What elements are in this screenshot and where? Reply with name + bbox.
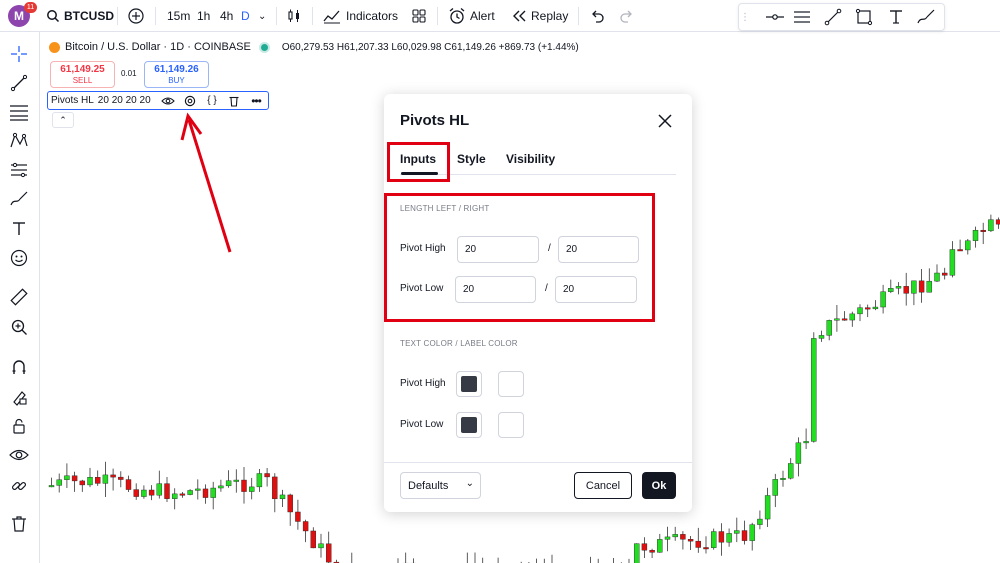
footer-divider — [384, 462, 692, 463]
close-icon[interactable] — [654, 110, 676, 132]
tab-style[interactable]: Style — [457, 152, 486, 166]
chevron-down-icon: ⌄ — [465, 478, 474, 489]
ok-button[interactable]: Ok — [642, 472, 676, 499]
defaults-dropdown[interactable]: Defaults ⌄ — [400, 472, 481, 499]
pivot-high-label-color-swatch[interactable] — [498, 371, 524, 397]
color-section-label: TEXT COLOR / LABEL COLOR — [400, 339, 518, 348]
inputs-tab-highlight — [387, 142, 450, 182]
length-inputs-highlight — [384, 193, 655, 322]
pivot-low-color-label: Pivot Low — [400, 419, 444, 430]
pivot-high-color-label: Pivot High — [400, 378, 446, 389]
tab-visibility[interactable]: Visibility — [506, 152, 555, 166]
pivot-low-label-color-swatch[interactable] — [498, 412, 524, 438]
pivot-high-text-color-swatch[interactable] — [456, 371, 482, 397]
cancel-button[interactable]: Cancel — [574, 472, 632, 499]
pivot-low-text-color-swatch[interactable] — [456, 412, 482, 438]
dialog-title: Pivots HL — [400, 112, 470, 129]
